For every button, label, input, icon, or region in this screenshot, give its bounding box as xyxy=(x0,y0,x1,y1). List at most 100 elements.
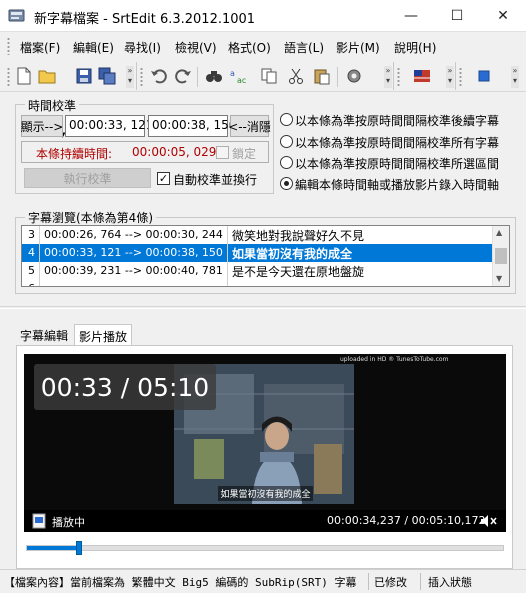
status-file-info: 【檔案內容】當前檔案為 繁體中文 Big5 編碼的 SubRip(SRT) 字幕 xyxy=(4,576,357,589)
language-flag-icon[interactable] xyxy=(413,67,431,85)
undo-icon[interactable] xyxy=(150,67,168,85)
minimize-icon: — xyxy=(404,8,418,24)
radio-calibrate-all[interactable] xyxy=(280,135,293,148)
subtitle-list-scrollbar[interactable]: ▲ ▼ xyxy=(492,226,509,286)
radio-calibrate-selection-label[interactable]: 以本條為準按原時間間隔校準所選區間 xyxy=(295,155,499,172)
subtitle-row-selected[interactable]: 4 00:00:33, 121 --> 00:00:38, 150 如果當初沒有… xyxy=(22,244,492,262)
duration-label: 本條持續時間: xyxy=(36,147,113,161)
subtitle-browse-label: 字幕瀏覽(本條為第4條) xyxy=(25,209,156,226)
svg-text:ac: ac xyxy=(237,76,246,85)
subtitle-row[interactable]: 5 00:00:39, 231 --> 00:00:40, 781 是不是今天還… xyxy=(22,262,492,280)
maximize-button[interactable]: ☐ xyxy=(434,0,480,32)
scroll-down-icon[interactable]: ▼ xyxy=(496,274,502,283)
toolbar-separator xyxy=(197,67,198,87)
new-file-icon[interactable] xyxy=(15,67,33,85)
start-time-field[interactable]: 00:00:33, 121 xyxy=(65,115,153,137)
toolbar-divider-2 xyxy=(393,62,394,90)
menu-find[interactable]: 尋找(I) xyxy=(124,39,161,56)
window-title: 新字幕檔案 - SrtEdit 6.3.2012.1001 xyxy=(34,12,256,27)
execute-calibration-button[interactable]: 執行校準 xyxy=(24,168,151,188)
menu-format[interactable]: 格式(O) xyxy=(228,39,271,56)
radio-calibrate-following-label[interactable]: 以本條為準按原時間間隔校準後續字幕 xyxy=(295,112,499,129)
maximize-icon: ☐ xyxy=(450,8,464,24)
app-icon xyxy=(8,9,25,22)
minimize-button[interactable]: — xyxy=(388,0,434,32)
hide-button[interactable]: <--消隱 xyxy=(228,115,271,137)
media-file-icon[interactable] xyxy=(32,513,46,529)
toolbar-grip-4[interactable] xyxy=(459,67,462,87)
seek-slider[interactable] xyxy=(24,540,506,556)
replace-icon[interactable]: aac xyxy=(229,67,247,85)
toolbar-grip-3[interactable] xyxy=(397,67,400,87)
menu-video[interactable]: 影片(M) xyxy=(336,39,380,56)
tab-video-playback[interactable]: 影片播放 xyxy=(74,324,133,346)
toolbar-overflow-4[interactable]: » ▾ xyxy=(511,66,519,88)
playback-position: 00:00:34,237 / 00:05:10,172 xyxy=(327,514,486,527)
menu-file[interactable]: 檔案(F) xyxy=(20,39,60,56)
column-divider xyxy=(227,226,228,286)
player-control-bar: 播放中 00:00:34,237 / 00:05:10,172 xyxy=(24,510,506,532)
toolbar-overflow-1[interactable]: » ▾ xyxy=(126,66,134,88)
subtitle-number: 5 xyxy=(28,264,35,277)
lock-checkbox[interactable] xyxy=(216,146,229,159)
subtitle-time: 00:00:39, 231 --> 00:00:40, 781 xyxy=(44,264,223,277)
toolbar-divider xyxy=(136,62,137,90)
menu-help[interactable]: 說明(H) xyxy=(394,39,436,56)
copy-icon[interactable] xyxy=(260,67,278,85)
radio-calibrate-following[interactable] xyxy=(280,113,293,126)
radio-calibrate-selection[interactable] xyxy=(280,156,293,169)
scroll-thumb[interactable] xyxy=(495,248,507,264)
menu-grip[interactable] xyxy=(7,37,10,55)
video-timecode-overlay: 00:33 / 05:10 xyxy=(34,364,216,410)
close-button[interactable]: ✕ xyxy=(480,0,526,32)
toolbar-grip[interactable] xyxy=(7,67,10,87)
title-bar: 新字幕檔案 - SrtEdit 6.3.2012.1001 — ☐ ✕ xyxy=(0,0,526,32)
subtitle-number: 6 xyxy=(28,282,35,286)
panel-splitter[interactable] xyxy=(0,306,526,307)
seek-fill xyxy=(27,546,80,550)
duration-value: 00:00:05, 029 xyxy=(132,145,217,159)
seek-thumb[interactable] xyxy=(76,541,82,555)
end-time-field[interactable]: 00:00:38, 150 xyxy=(148,115,236,137)
save-all-icon[interactable] xyxy=(98,67,116,85)
subtitle-number: 4 xyxy=(28,246,35,259)
auto-calibrate-label: 自動校準並換行 xyxy=(173,173,258,187)
panel-splitter-highlight xyxy=(0,308,526,309)
scroll-up-icon[interactable]: ▲ xyxy=(496,228,502,237)
close-icon: ✕ xyxy=(497,8,509,24)
subtitle-row[interactable]: 6 xyxy=(22,280,492,286)
status-divider xyxy=(420,573,421,590)
menu-edit[interactable]: 編輯(E) xyxy=(73,39,114,56)
save-icon[interactable] xyxy=(75,67,93,85)
auto-calibrate-checkbox[interactable]: ✓ xyxy=(157,172,170,185)
radio-edit-timeline[interactable] xyxy=(280,177,293,190)
status-bar: 【檔案內容】當前檔案為 繁體中文 Big5 編碼的 SubRip(SRT) 字幕… xyxy=(0,569,526,593)
stop-icon[interactable] xyxy=(475,67,493,85)
cut-icon[interactable] xyxy=(287,67,305,85)
radio-edit-timeline-label[interactable]: 編輯本條時間軸或播放影片錄入時間軸 xyxy=(295,176,499,193)
redo-icon[interactable] xyxy=(174,67,192,85)
seek-track[interactable] xyxy=(26,545,504,551)
toolbar-overflow-3[interactable]: » ▾ xyxy=(446,66,454,88)
status-divider xyxy=(368,573,369,590)
find-icon[interactable] xyxy=(205,67,223,85)
tab-subtitle-edit[interactable]: 字幕編輯 xyxy=(16,324,72,345)
paste-icon[interactable] xyxy=(313,67,331,85)
volume-mute-icon[interactable] xyxy=(480,514,498,528)
subtitle-list[interactable]: 3 00:00:26, 764 --> 00:00:30, 244 微笑地對我說… xyxy=(21,225,510,287)
subtitle-text: 是不是今天還在原地盤旋 xyxy=(232,265,365,279)
menu-bar: 檔案(F) 編輯(E) 尋找(I) 檢視(V) 格式(O) 語言(L) 影片(M… xyxy=(0,32,526,60)
subtitle-row[interactable]: 3 00:00:26, 764 --> 00:00:30, 244 微笑地對我說… xyxy=(22,226,492,244)
subtitle-text: 微笑地對我說聲好久不見 xyxy=(232,229,365,243)
show-button[interactable]: 顯示--> xyxy=(21,115,63,137)
checkmark-icon: ✓ xyxy=(158,172,169,185)
menu-view[interactable]: 檢視(V) xyxy=(175,39,217,56)
radio-calibrate-all-label[interactable]: 以本條為準按原時間間隔校準所有字幕 xyxy=(295,134,499,151)
toolbar-separator-2 xyxy=(337,67,338,87)
status-insert-mode: 插入狀態 xyxy=(428,576,472,589)
menu-language[interactable]: 語言(L) xyxy=(284,39,324,56)
toolbar-overflow-2[interactable]: » ▾ xyxy=(384,66,392,88)
settings-icon[interactable] xyxy=(345,67,363,85)
toolbar-grip-2[interactable] xyxy=(140,67,143,87)
open-folder-icon[interactable] xyxy=(38,67,56,85)
